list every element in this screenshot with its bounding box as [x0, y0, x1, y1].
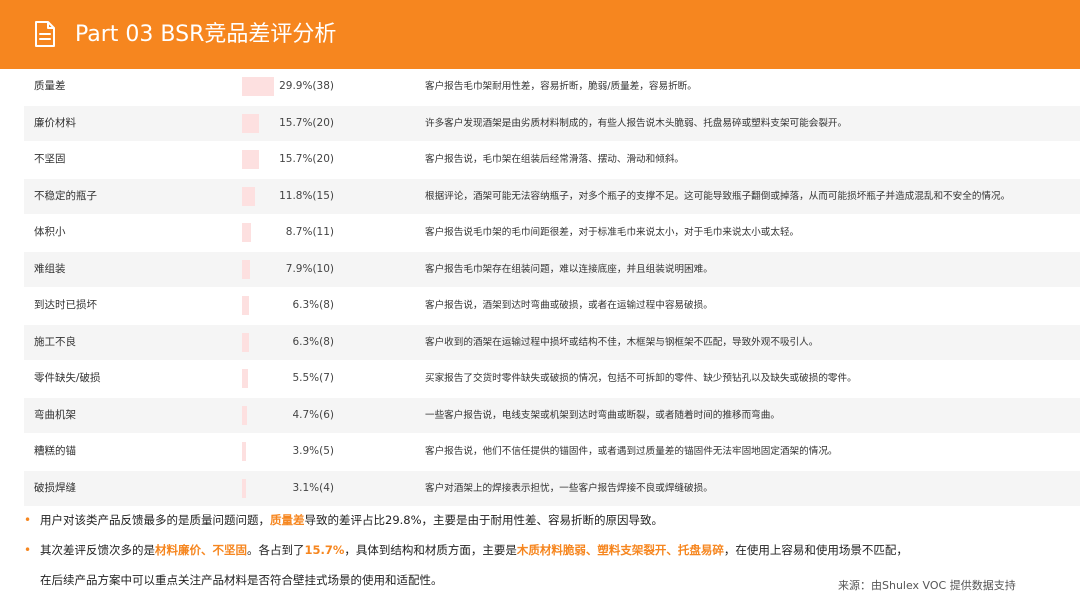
summary-highlight: 材料廉价、不坚固	[155, 543, 247, 557]
row-percentage: 5.5%(7)	[292, 372, 334, 384]
table-row: 质量差 29.9%(38) 客户报告毛巾架耐用性差，容易折断，脆弱/质量差，容易折断…	[24, 69, 1080, 106]
table-row: 到达时已损坏 6.3%(8) 客户报告说，酒架到达时弯曲或破损，或者在运输过程中容易…	[24, 288, 1080, 325]
row-percentage: 11.8%(15)	[279, 189, 334, 202]
row-description: 客户对酒架上的焊接表示担忧，一些客户报告焊接不良或焊缝破损。	[425, 482, 713, 494]
summary-text: 。各占到了	[247, 543, 305, 557]
summary-bullet-1: • 用户对该类产品反馈最多的是质量问题问题，质量差导致的差评占比29.8%，主要…	[24, 505, 1054, 535]
row-percentage: 29.9%(38)	[279, 80, 334, 92]
row-category: 糟糕的锚	[34, 445, 76, 457]
row-percentage: 15.7%(20)	[279, 116, 334, 129]
row-category: 不稳定的瓶子	[34, 189, 97, 202]
summary-bullet-2: • 其次差评反馈次多的是材料廉价、不坚固。各占到了15.7%，具体到结构和材质方…	[24, 535, 1054, 565]
row-category: 廉价材料	[34, 116, 76, 129]
page-title: Part 03 BSR竞品差评分析	[75, 22, 337, 47]
summary: • 用户对该类产品反馈最多的是质量问题问题，质量差导致的差评占比29.8%，主要…	[24, 505, 1054, 565]
row-percentage: 6.3%(8)	[292, 335, 334, 348]
row-description: 客户报告说，他们不信任提供的锚固件，或者遇到过质量差的锚固件无法牢固地固定酒架的…	[425, 446, 838, 457]
table-row: 糟糕的锚 3.9%(5) 客户报告说，他们不信任提供的锚固件，或者遇到过质量差的锚固…	[24, 434, 1080, 471]
summary-highlight: 15.7%	[304, 543, 345, 557]
row-description: 客户报告毛巾架存在组装问题，难以连接底座，并且组装说明困难。	[425, 263, 713, 275]
table-row: 廉价材料 15.7%(20) 许多客户发现酒架是由劣质材料制成的，有些人报告说木头脆…	[24, 105, 1080, 142]
row-percentage: 4.7%(6)	[292, 408, 334, 421]
row-percentage: 3.9%(5)	[292, 445, 334, 457]
row-description: 客户报告说，酒架到达时弯曲或破损，或者在运输过程中容易破损。	[425, 300, 713, 311]
row-description: 客户报告毛巾架耐用性差，容易折断，脆弱/质量差，容易折断。	[425, 81, 697, 92]
summary-highlight: 木质材料脆弱、塑料支架裂开、托盘易碎	[516, 543, 724, 557]
row-description: 客户收到的酒架在运输过程中损坏或结构不佳，木框架与钢框架不匹配，导致外观不吸引人…	[425, 336, 819, 348]
table-row: 破损焊缝 3.1%(4) 客户对酒架上的焊接表示担忧，一些客户报告焊接不良或焊缝破损…	[24, 470, 1080, 507]
row-category: 破损焊缝	[34, 481, 76, 494]
row-category: 零件缺失/破损	[34, 372, 101, 384]
row-category: 到达时已损坏	[34, 299, 97, 311]
table-row: 弯曲机架 4.7%(6) 一些客户报告说，电线支架或机架到达时弯曲或断裂，或者随着时…	[24, 397, 1080, 434]
row-description: 客户报告说，毛巾架在组装后经常滑落、摆动、滑动和倾斜。	[425, 154, 685, 165]
row-percentage: 8.7%(11)	[285, 226, 334, 238]
table-row: 体积小 8.7%(11) 客户报告说毛巾架的毛巾间距很差，对于标准毛巾来说太小，对于…	[24, 215, 1080, 252]
table-row: 零件缺失/破损 5.5%(7) 买家报告了交货时零件缺失或破损的情况，包括不可拆卸的…	[24, 361, 1080, 398]
summary-text: 用户对该类产品反馈最多的是质量问题问题，	[40, 513, 270, 527]
row-category: 质量差	[34, 80, 66, 92]
row-category: 难组装	[34, 262, 66, 275]
row-percentage: 3.1%(4)	[292, 481, 334, 494]
row-description: 买家报告了交货时零件缺失或破损的情况，包括不可拆卸的零件、缺少预钻孔以及缺失或破…	[425, 373, 857, 384]
row-description: 一些客户报告说，电线支架或机架到达时弯曲或断裂，或者随着时间的推移而弯曲。	[425, 409, 780, 421]
row-percentage: 7.9%(10)	[285, 262, 334, 275]
row-category: 不坚固	[34, 153, 66, 165]
row-description: 根据评论，酒架可能无法容纳瓶子，对多个瓶子的支撑不足。这可能导致瓶子翻倒或掉落，…	[425, 190, 1011, 202]
row-percentage: 15.7%(20)	[279, 153, 334, 165]
complaint-table: 质量差 29.9%(38) 客户报告毛巾架耐用性差，容易折断，脆弱/质量差，容易折断…	[24, 69, 1080, 507]
bullet-dot-icon: •	[24, 543, 32, 557]
summary-text: ，具体到结构和材质方面，主要是	[344, 543, 517, 557]
row-category: 体积小	[34, 226, 66, 238]
document-icon	[35, 21, 55, 47]
source-note: 来源：由Shulex VOC 提供数据支持	[838, 579, 1016, 592]
summary-highlight: 质量差	[270, 513, 305, 527]
row-description: 客户报告说毛巾架的毛巾间距很差，对于标准毛巾来说太小，对于毛巾来说太小或太轻。	[425, 227, 800, 238]
table-row: 难组装 7.9%(10) 客户报告毛巾架存在组装问题，难以连接底座，并且组装说明困难…	[24, 251, 1080, 288]
row-category: 施工不良	[34, 335, 76, 348]
header-bar: Part 03 BSR竞品差评分析	[0, 0, 1080, 69]
table-row: 不坚固 15.7%(20) 客户报告说，毛巾架在组装后经常滑落、摆动、滑动和倾斜。	[24, 142, 1080, 179]
summary-text: 其次差评反馈次多的是	[40, 543, 155, 557]
summary-text: 导致的差评占比29.8%，主要是由于耐用性差、容易折断的原因导致。	[304, 513, 664, 527]
row-description: 许多客户发现酒架是由劣质材料制成的，有些人报告说木头脆弱、托盘易碎或塑料支架可能…	[425, 117, 848, 129]
table-row: 施工不良 6.3%(8) 客户收到的酒架在运输过程中损坏或结构不佳，木框架与钢框架不…	[24, 324, 1080, 361]
summary-text: ，在使用上容易和使用场景不匹配，	[723, 543, 908, 557]
bullet-dot-icon: •	[24, 513, 32, 527]
row-category: 弯曲机架	[34, 408, 76, 421]
row-percentage: 6.3%(8)	[292, 299, 334, 311]
summary-continuation: 在后续产品方案中可以重点关注产品材料是否符合壁挂式场景的使用和适配性。	[40, 573, 443, 587]
table-row: 不稳定的瓶子 11.8%(15) 根据评论，酒架可能无法容纳瓶子，对多个瓶子的支撑不…	[24, 178, 1080, 215]
